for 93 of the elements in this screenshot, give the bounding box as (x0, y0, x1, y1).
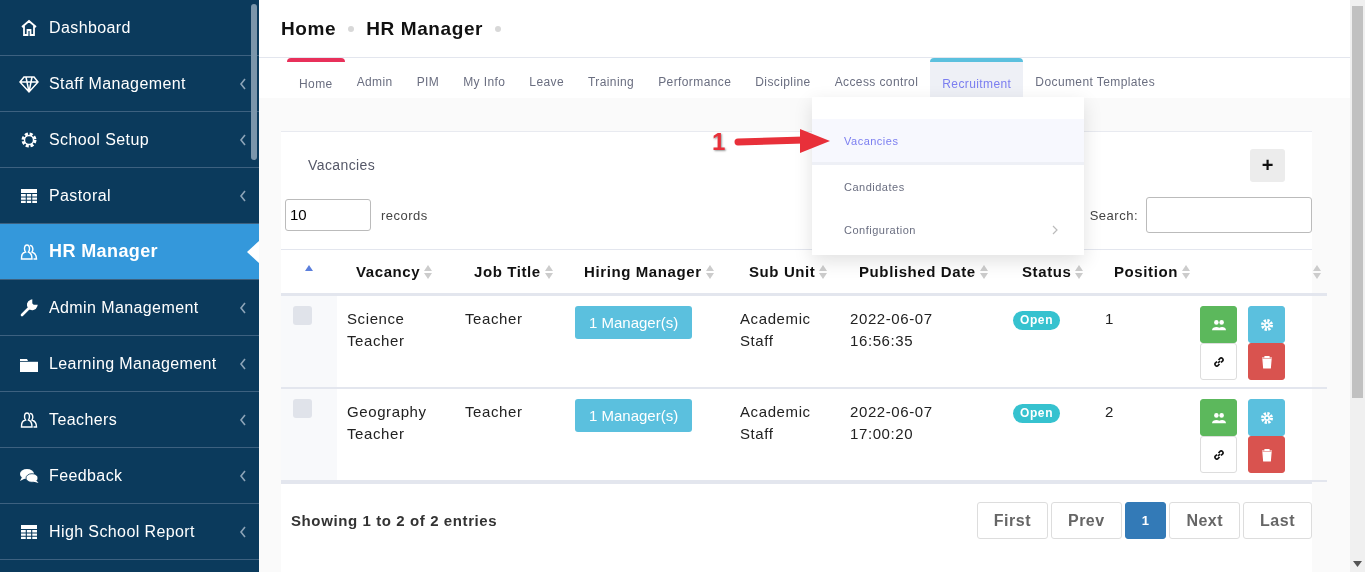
column-header[interactable]: Hiring Manager (584, 263, 702, 280)
chevron-icon (239, 77, 247, 90)
breadcrumb-item[interactable]: Home (281, 17, 337, 40)
column-header[interactable]: Status (1022, 263, 1072, 280)
sidebar-item[interactable]: High School Report (0, 504, 259, 560)
chevron-icon (239, 189, 247, 202)
separator-dot (495, 25, 502, 32)
sidebar-item[interactable]: HR Manager (0, 224, 259, 280)
chevron-icon (239, 469, 247, 482)
link-button[interactable] (1200, 343, 1237, 380)
status-badge: Open (1013, 311, 1061, 330)
nav-tab[interactable]: Access control (822, 58, 931, 98)
column-header[interactable]: Published Date (859, 263, 976, 280)
sort-icon[interactable] (1181, 263, 1190, 280)
chevron-icon (239, 133, 247, 146)
trash-icon (1259, 354, 1274, 369)
menu-item[interactable]: Candidates (812, 165, 1084, 208)
menu-item[interactable]: Vacancies (812, 119, 1084, 165)
nav-tab[interactable]: Performance (646, 58, 744, 98)
pagination-button[interactable]: 1 (1124, 502, 1167, 539)
nav-tab[interactable]: Leave (517, 58, 577, 98)
delete-button[interactable] (1248, 436, 1285, 473)
link-button[interactable] (1200, 436, 1237, 473)
sort-icon[interactable] (819, 263, 828, 280)
user-icon (19, 241, 39, 262)
table-cell: Teacher (465, 403, 523, 420)
settings-button[interactable] (1248, 399, 1285, 436)
sort-icon[interactable] (424, 263, 433, 280)
column-header[interactable]: Job Title (474, 263, 541, 280)
trash-icon (1259, 447, 1274, 462)
nav-tab[interactable]: Recruitment (930, 58, 1024, 98)
search-field[interactable] (1146, 197, 1312, 233)
pagination-button[interactable]: Next (1169, 502, 1241, 539)
records-label: records (381, 207, 428, 223)
sort-icon[interactable] (705, 263, 714, 280)
users-icon (1211, 317, 1226, 332)
table-cell: Teacher (465, 310, 523, 327)
pagination-button[interactable]: First (976, 502, 1048, 539)
pagination-button[interactable]: Last (1243, 502, 1312, 539)
entries-info: Showing 1 to 2 of 2 entries (291, 512, 498, 529)
chevron-icon (239, 301, 247, 314)
nav-tab[interactable]: Discipline (743, 58, 823, 98)
home-icon (19, 17, 39, 38)
row-checkbox[interactable] (293, 306, 312, 325)
sort-icon[interactable] (1313, 263, 1321, 280)
add-button[interactable]: + (1250, 148, 1285, 182)
settings-button[interactable] (1248, 306, 1285, 343)
table-cell-text: Geography Teacher (347, 402, 428, 444)
scroll-down-icon[interactable] (1353, 561, 1362, 567)
delete-button[interactable] (1248, 343, 1285, 380)
scrollbar[interactable] (1350, 0, 1365, 572)
menu-item[interactable]: Configuration (812, 208, 1084, 251)
sort-icon[interactable] (1075, 263, 1084, 280)
card-title: Vacancies (308, 157, 376, 173)
table-cell-text: 2022-06-07 17:00:20 (850, 402, 934, 444)
chevron-icon (239, 413, 247, 426)
link-icon (1211, 447, 1226, 462)
user-icon (19, 409, 39, 430)
column-header[interactable]: Position (1114, 263, 1178, 280)
nav-tab[interactable]: Training (576, 58, 647, 98)
column-header[interactable]: Vacancy (356, 263, 421, 280)
chevron-icon (1052, 224, 1058, 235)
row-checkbox[interactable] (293, 399, 312, 418)
search-label: Search: (1089, 207, 1138, 223)
table-cell: 1 (1105, 310, 1114, 327)
wrench-icon (19, 297, 39, 318)
table-cell-text: Academic Staff (740, 402, 812, 444)
settings-icon (1259, 317, 1274, 332)
nav-tab[interactable]: Document Templates (1023, 58, 1168, 98)
table-cell: 2 (1105, 403, 1114, 420)
nav-tab[interactable]: Home (287, 58, 345, 98)
table-cell-text: Academic Staff (740, 309, 812, 351)
nav-tab[interactable]: PIM (404, 58, 452, 98)
column-header[interactable]: Sub Unit (749, 263, 816, 280)
users-icon (1211, 410, 1226, 425)
chevron-icon (239, 525, 247, 538)
link-icon (1211, 354, 1226, 369)
page-length-field[interactable]: 10 (285, 199, 371, 231)
chevron-icon (239, 357, 247, 370)
settings-icon (1259, 410, 1274, 425)
table-cell-text: 2022-06-07 16:56:35 (850, 309, 934, 351)
sort-icon[interactable] (544, 263, 553, 280)
separator-dot (348, 25, 355, 32)
sort-icon[interactable] (979, 263, 988, 280)
scrollbar[interactable] (251, 4, 257, 160)
pagination-button[interactable]: Prev (1050, 502, 1122, 539)
nav-tab[interactable]: My Info (451, 58, 518, 98)
nav-tab[interactable]: Admin (344, 58, 405, 98)
annotation-number: 1 (712, 128, 726, 156)
breadcrumb-item[interactable]: HR Manager (366, 17, 484, 40)
table-cell-text: Science Teacher (347, 309, 406, 351)
diamond-icon (19, 73, 39, 94)
status-badge: Open (1013, 404, 1061, 423)
